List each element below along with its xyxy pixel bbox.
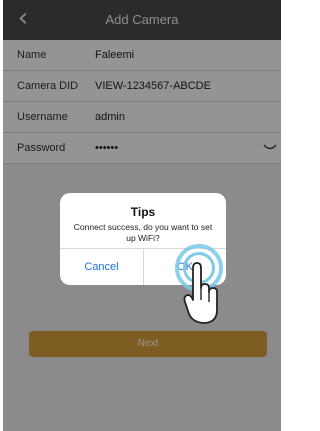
cancel-button[interactable]: Cancel (60, 249, 143, 285)
dialog-message: Connect success, do you want to set up W… (73, 222, 213, 243)
pointing-hand-icon (183, 262, 218, 324)
dialog-title: Tips (130, 205, 156, 219)
app-screen: ‹ Add Camera Name Faleemi Camera DID VIE… (3, 0, 281, 431)
